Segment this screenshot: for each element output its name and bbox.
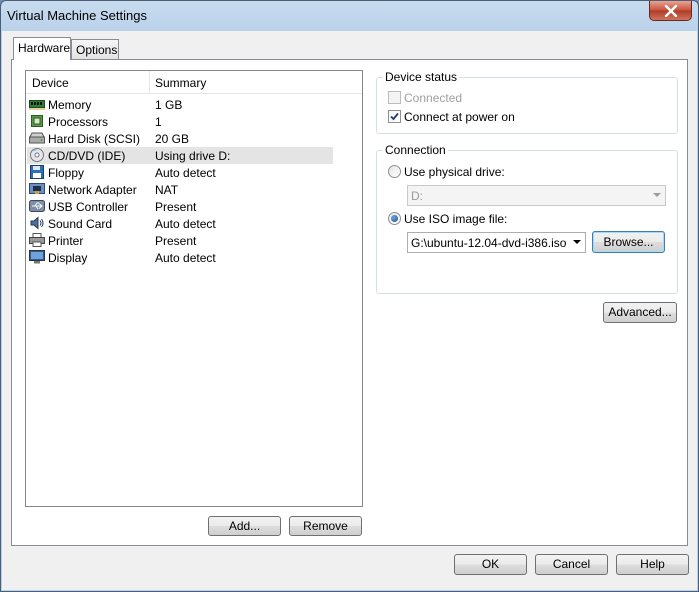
display-icon — [29, 250, 45, 264]
device-name: Sound Card — [48, 217, 113, 231]
device-list[interactable]: Device Summary Memory 1 GB Processors 1 … — [25, 70, 363, 507]
connect-at-power-on-checkbox[interactable] — [388, 110, 401, 123]
device-row-cd-dvd[interactable]: CD/DVD (IDE) Using drive D: — [27, 147, 333, 164]
list-header: Device Summary — [26, 71, 362, 94]
add-button[interactable]: Add... — [208, 516, 281, 536]
browse-button[interactable]: Browse... — [592, 231, 665, 253]
device-name: Display — [48, 251, 88, 265]
chevron-down-icon — [573, 240, 581, 244]
physical-drive-select[interactable]: D: — [407, 185, 666, 206]
device-summary: Using drive D: — [155, 149, 231, 163]
device-summary: 1 — [155, 115, 162, 129]
device-row-printer[interactable]: Printer Present — [27, 232, 333, 249]
ok-button[interactable]: OK — [454, 554, 527, 575]
device-status-group: Device status Connected Connect at power… — [376, 70, 678, 134]
hard-disk-icon — [29, 132, 45, 144]
use-physical-drive-label: Use physical drive: — [404, 165, 505, 179]
iso-path-combobox[interactable]: G:\ubuntu-12.04-dvd-i386.iso — [407, 232, 586, 253]
column-header-summary[interactable]: Summary — [155, 76, 206, 90]
window-title: Virtual Machine Settings — [7, 8, 147, 23]
network-icon — [29, 183, 45, 194]
cd-dvd-icon — [30, 148, 44, 162]
remove-button[interactable]: Remove — [289, 516, 362, 536]
device-row-processors[interactable]: Processors 1 — [27, 113, 333, 130]
close-icon — [664, 5, 678, 17]
device-name: Memory — [48, 98, 92, 112]
device-row-sound-card[interactable]: Sound Card Auto detect — [27, 215, 333, 232]
help-button[interactable]: Help — [616, 554, 689, 575]
usb-icon — [29, 200, 45, 212]
memory-icon — [29, 100, 45, 110]
iso-path-value: G:\ubuntu-12.04-dvd-i386.iso — [411, 236, 567, 250]
physical-drive-value: D: — [411, 189, 423, 203]
cancel-button[interactable]: Cancel — [535, 554, 608, 575]
device-name: Network Adapter — [48, 183, 137, 197]
device-row-usb-controller[interactable]: USB Controller Present — [27, 198, 333, 215]
device-summary: Auto detect — [155, 166, 216, 180]
connection-group: Connection Use physical drive: D: Use IS… — [376, 143, 678, 294]
close-button[interactable] — [649, 1, 692, 21]
device-row-hard-disk[interactable]: Hard Disk (SCSI) 20 GB — [27, 130, 333, 147]
dialog-body: Hardware Options Device Summary Memory 1… — [2, 31, 697, 590]
device-name: Hard Disk (SCSI) — [48, 132, 141, 146]
device-row-floppy[interactable]: Floppy Auto detect — [27, 164, 333, 181]
device-row-display[interactable]: Display Auto detect — [27, 249, 333, 266]
floppy-icon — [30, 165, 44, 179]
advanced-button[interactable]: Advanced... — [603, 302, 677, 323]
processor-icon — [31, 115, 43, 127]
vm-settings-window: Virtual Machine Settings Hardware Option… — [0, 0, 699, 592]
device-name: CD/DVD (IDE) — [48, 149, 126, 163]
checkmark-icon — [390, 112, 399, 121]
device-summary: 1 GB — [155, 98, 183, 112]
column-divider[interactable] — [149, 71, 150, 93]
device-status-title: Device status — [383, 70, 460, 84]
radio-selected-dot — [391, 215, 398, 222]
device-name: Processors — [48, 115, 109, 129]
use-physical-drive-radio[interactable] — [388, 165, 401, 178]
device-summary: NAT — [155, 183, 179, 197]
connect-at-power-on-label: Connect at power on — [404, 110, 515, 124]
device-name: Floppy — [48, 166, 85, 180]
device-name: Printer — [48, 234, 84, 248]
device-summary: Present — [155, 200, 197, 214]
use-iso-image-label: Use ISO image file: — [404, 212, 508, 226]
hardware-panel: Device Summary Memory 1 GB Processors 1 … — [11, 59, 688, 546]
connected-checkbox[interactable] — [388, 91, 401, 104]
device-row-network-adapter[interactable]: Network Adapter NAT — [27, 181, 333, 198]
chevron-down-icon — [653, 193, 661, 197]
device-summary: 20 GB — [155, 132, 190, 146]
device-row-memory[interactable]: Memory 1 GB — [27, 96, 333, 113]
tab-hardware[interactable]: Hardware — [13, 37, 71, 60]
title-bar[interactable]: Virtual Machine Settings — [1, 1, 698, 31]
tab-options[interactable]: Options — [71, 39, 119, 59]
use-iso-image-radio[interactable] — [388, 212, 401, 225]
sound-icon — [30, 216, 44, 230]
column-header-device[interactable]: Device — [32, 76, 69, 90]
device-name: USB Controller — [48, 200, 129, 214]
printer-icon — [29, 233, 45, 247]
device-summary: Auto detect — [155, 251, 216, 265]
connected-label: Connected — [404, 91, 463, 105]
device-summary: Present — [155, 234, 197, 248]
device-summary: Auto detect — [155, 217, 216, 231]
connection-title: Connection — [383, 143, 448, 157]
